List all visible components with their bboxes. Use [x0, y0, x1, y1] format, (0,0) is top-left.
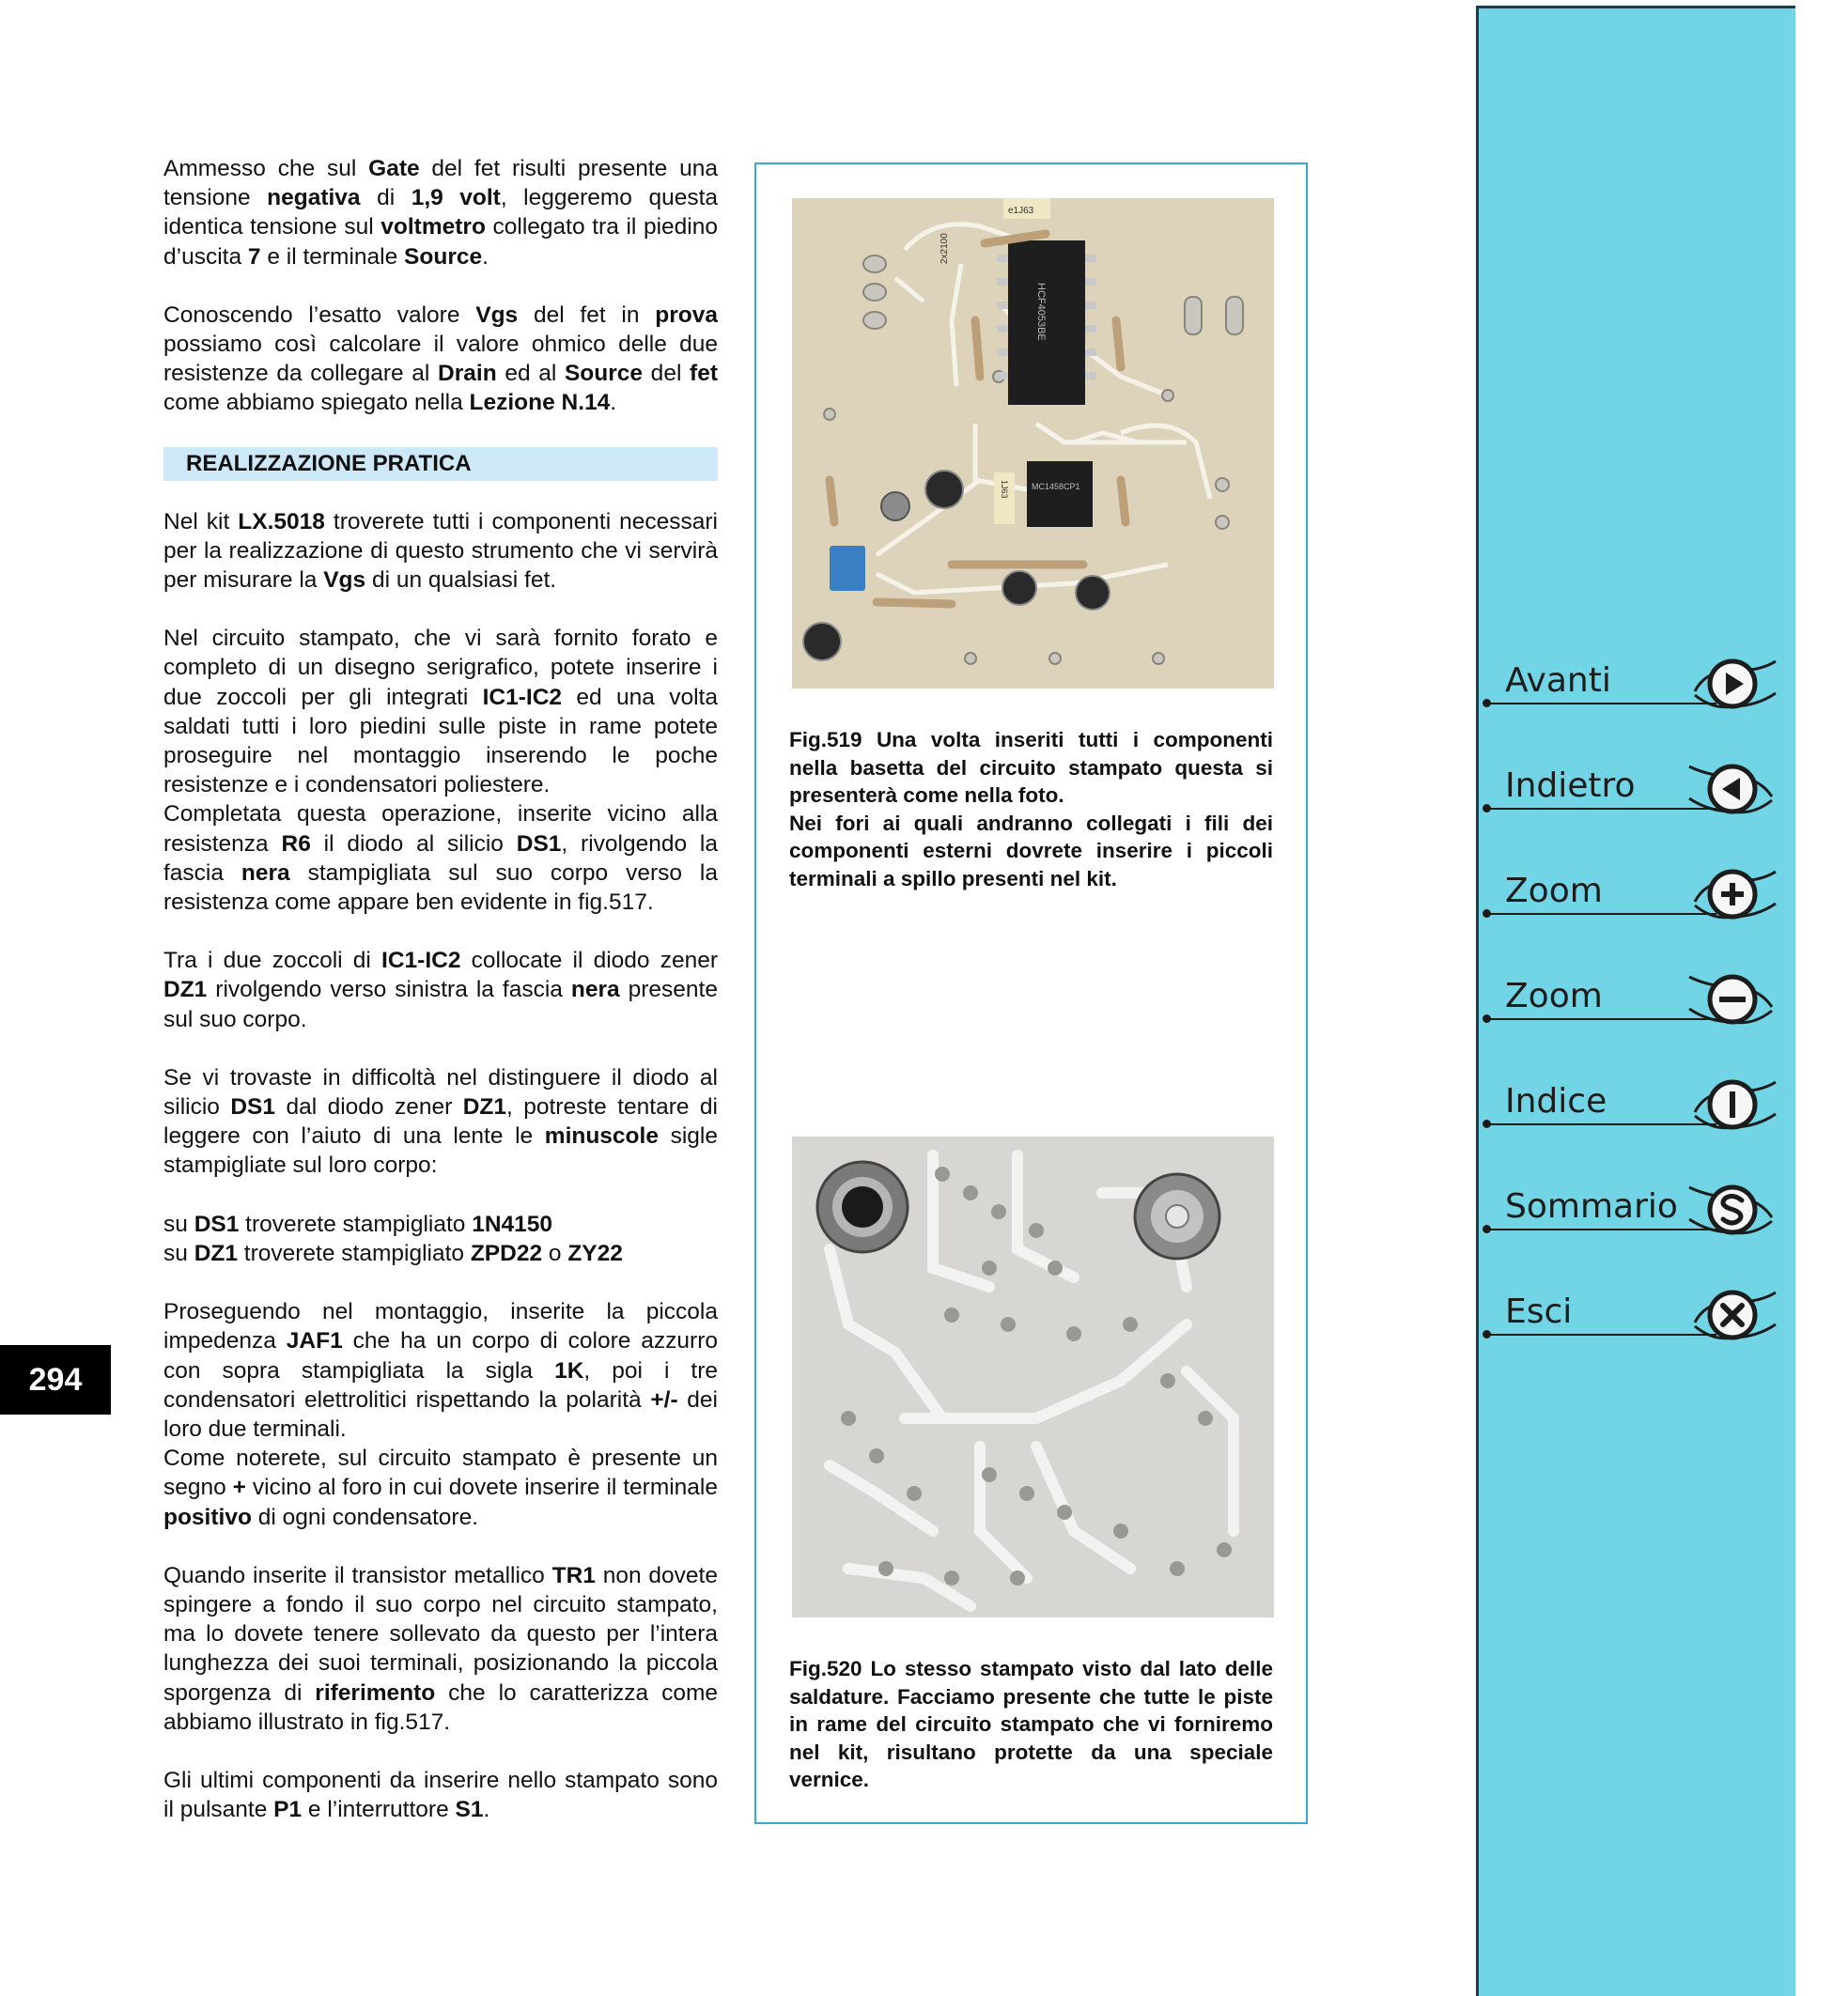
bold-term: P1: [273, 1797, 303, 1823]
underline: [1486, 703, 1716, 704]
bold-term: voltmetro: [380, 214, 486, 240]
underline: [1486, 1018, 1716, 1020]
paragraph: Quando inserite il transistor metallico …: [163, 1562, 718, 1735]
pcb-component-side-photo: HCF4053BE MC1458CP1 2x2100 e1J63 1J63: [792, 198, 1274, 689]
bold-term: DZ1: [462, 1094, 506, 1121]
play-left-icon: [1688, 764, 1774, 814]
bold-term: Source: [404, 243, 483, 270]
caption-text: Fig.519 Una volta inseriti tutti i compo…: [789, 728, 1273, 807]
bold-term: IC1-IC2: [482, 684, 563, 710]
bold-term: JAF1: [286, 1328, 343, 1354]
bold-term: R6: [281, 830, 311, 857]
paragraph: Come noterete, sul circuito stampato è p…: [163, 1446, 718, 1530]
close-x-icon: [1693, 1290, 1777, 1340]
nav-label: Avanti: [1505, 661, 1611, 700]
bold-term: Lezione N.14: [469, 390, 611, 416]
plus-icon: [1693, 869, 1777, 920]
nav-button-sommario[interactable]: Sommario: [1477, 1174, 1787, 1249]
main-text-column: Ammesso che sul Gate del fet risulti pre…: [163, 154, 718, 1853]
underline: [1486, 1334, 1716, 1336]
paragraph: Conoscendo l’esatto valore Vgs del fet i…: [163, 302, 718, 416]
bold-term: Gate: [368, 156, 420, 181]
paragraph: Gli ultimi componenti da inserire nello …: [163, 1767, 718, 1823]
play-right-icon: [1693, 658, 1777, 709]
nav-button-esci[interactable]: Esci: [1477, 1279, 1787, 1354]
bold-term: fet: [690, 361, 718, 387]
paragraph: Proseguendo nel montaggio, inserite la p…: [163, 1299, 718, 1442]
ic1-label: HCF4053BE: [1035, 283, 1047, 341]
section-heading: REALIZZAZIONE PRATICA: [163, 446, 718, 481]
bold-term: 7: [247, 243, 261, 270]
caption-text: Nei fori ai quali andranno collegati i f…: [789, 811, 1273, 890]
bold-term: TR1: [551, 1562, 596, 1588]
bold-term: riferimento: [315, 1679, 436, 1706]
nav-button-zoom-out[interactable]: Zoom: [1477, 964, 1787, 1039]
nav-button-avanti[interactable]: Avanti: [1477, 648, 1787, 723]
bold-term: Drain: [438, 361, 497, 387]
page-number: 294: [0, 1345, 111, 1415]
component-label: e1J63: [1008, 206, 1034, 216]
bold-term: S1: [455, 1797, 484, 1823]
bold-term: nera: [241, 859, 290, 886]
underline: [1486, 808, 1716, 810]
nav-label: Sommario: [1505, 1187, 1678, 1226]
bold-term: negativa: [267, 185, 361, 211]
component-codes: su DS1 troverete stampigliato 1N4150 su …: [163, 1210, 718, 1268]
nav-label: Indice: [1505, 1082, 1607, 1121]
bold-term: +: [232, 1475, 246, 1501]
bold-term: DZ1: [194, 1240, 238, 1266]
minus-icon: [1688, 974, 1774, 1025]
resistor-label: 2x2100: [940, 233, 950, 264]
bold-term: nera: [570, 977, 620, 1003]
component-label: 1J63: [1000, 480, 1009, 499]
paragraph: Ammesso che sul Gate del fet risulti pre…: [163, 156, 719, 270]
info-i-icon: [1693, 1079, 1777, 1130]
figure-caption: Fig.520 Lo stesso stampato visto dal lat…: [789, 1657, 1273, 1791]
code-line: su DZ1 troverete stampigliato ZPD22 o ZY…: [163, 1240, 623, 1266]
pcb-solder-side-photo: [792, 1137, 1274, 1617]
bold-term: Vgs: [323, 567, 366, 594]
paragraph: Nel kit LX.5018 troverete tutti i compon…: [163, 508, 718, 594]
bold-term: +/-: [650, 1386, 678, 1413]
nav-label: Esci: [1505, 1292, 1573, 1331]
bold-term: DS1: [194, 1211, 240, 1237]
bold-term: 1,9 volt: [411, 185, 501, 211]
bold-term: IC1-IC2: [381, 948, 461, 974]
nav-label: Indietro: [1505, 766, 1636, 805]
paragraph: Se vi trovaste in difficoltà nel disting…: [163, 1064, 718, 1179]
s-icon: [1688, 1184, 1774, 1235]
nav-button-zoom-in[interactable]: Zoom: [1477, 859, 1787, 934]
bold-term: ZY22: [567, 1240, 623, 1266]
figure-caption: Fig.519 Una volta inseriti tutti i compo…: [789, 726, 1273, 892]
underline: [1486, 913, 1716, 915]
paragraph: Tra i due zoccoli di IC1-IC2 collocate i…: [163, 948, 718, 1032]
underline: [1486, 1229, 1716, 1230]
nav-button-indice[interactable]: Indice: [1477, 1069, 1787, 1144]
bold-term: 1N4150: [472, 1211, 553, 1237]
paragraph: Completata questa operazione, inserite v…: [163, 801, 718, 916]
nav-button-indietro[interactable]: Indietro: [1477, 753, 1787, 828]
nav-label: Zoom: [1505, 872, 1603, 910]
bold-term: 1K: [554, 1357, 584, 1384]
nav-label: Zoom: [1505, 977, 1603, 1015]
bold-term: positivo: [163, 1504, 252, 1530]
bold-term: Source: [564, 361, 644, 387]
bold-term: minuscole: [544, 1123, 659, 1150]
bold-term: prova: [655, 302, 718, 328]
bold-term: DS1: [230, 1094, 276, 1121]
bold-term: DS1: [516, 830, 562, 857]
bold-term: LX.5018: [238, 508, 325, 534]
underline: [1486, 1123, 1716, 1125]
bold-term: ZPD22: [470, 1240, 543, 1266]
ic2-label: MC1458CP1: [1032, 482, 1080, 491]
bold-term: DZ1: [163, 977, 208, 1003]
page: Ammesso che sul Gate del fet risulti pre…: [0, 0, 1848, 1996]
paragraph: Nel circuito stampato, che vi sarà forni…: [163, 626, 718, 798]
bold-term: Vgs: [475, 302, 519, 328]
code-line: su DS1 troverete stampigliato 1N4150: [163, 1211, 553, 1237]
